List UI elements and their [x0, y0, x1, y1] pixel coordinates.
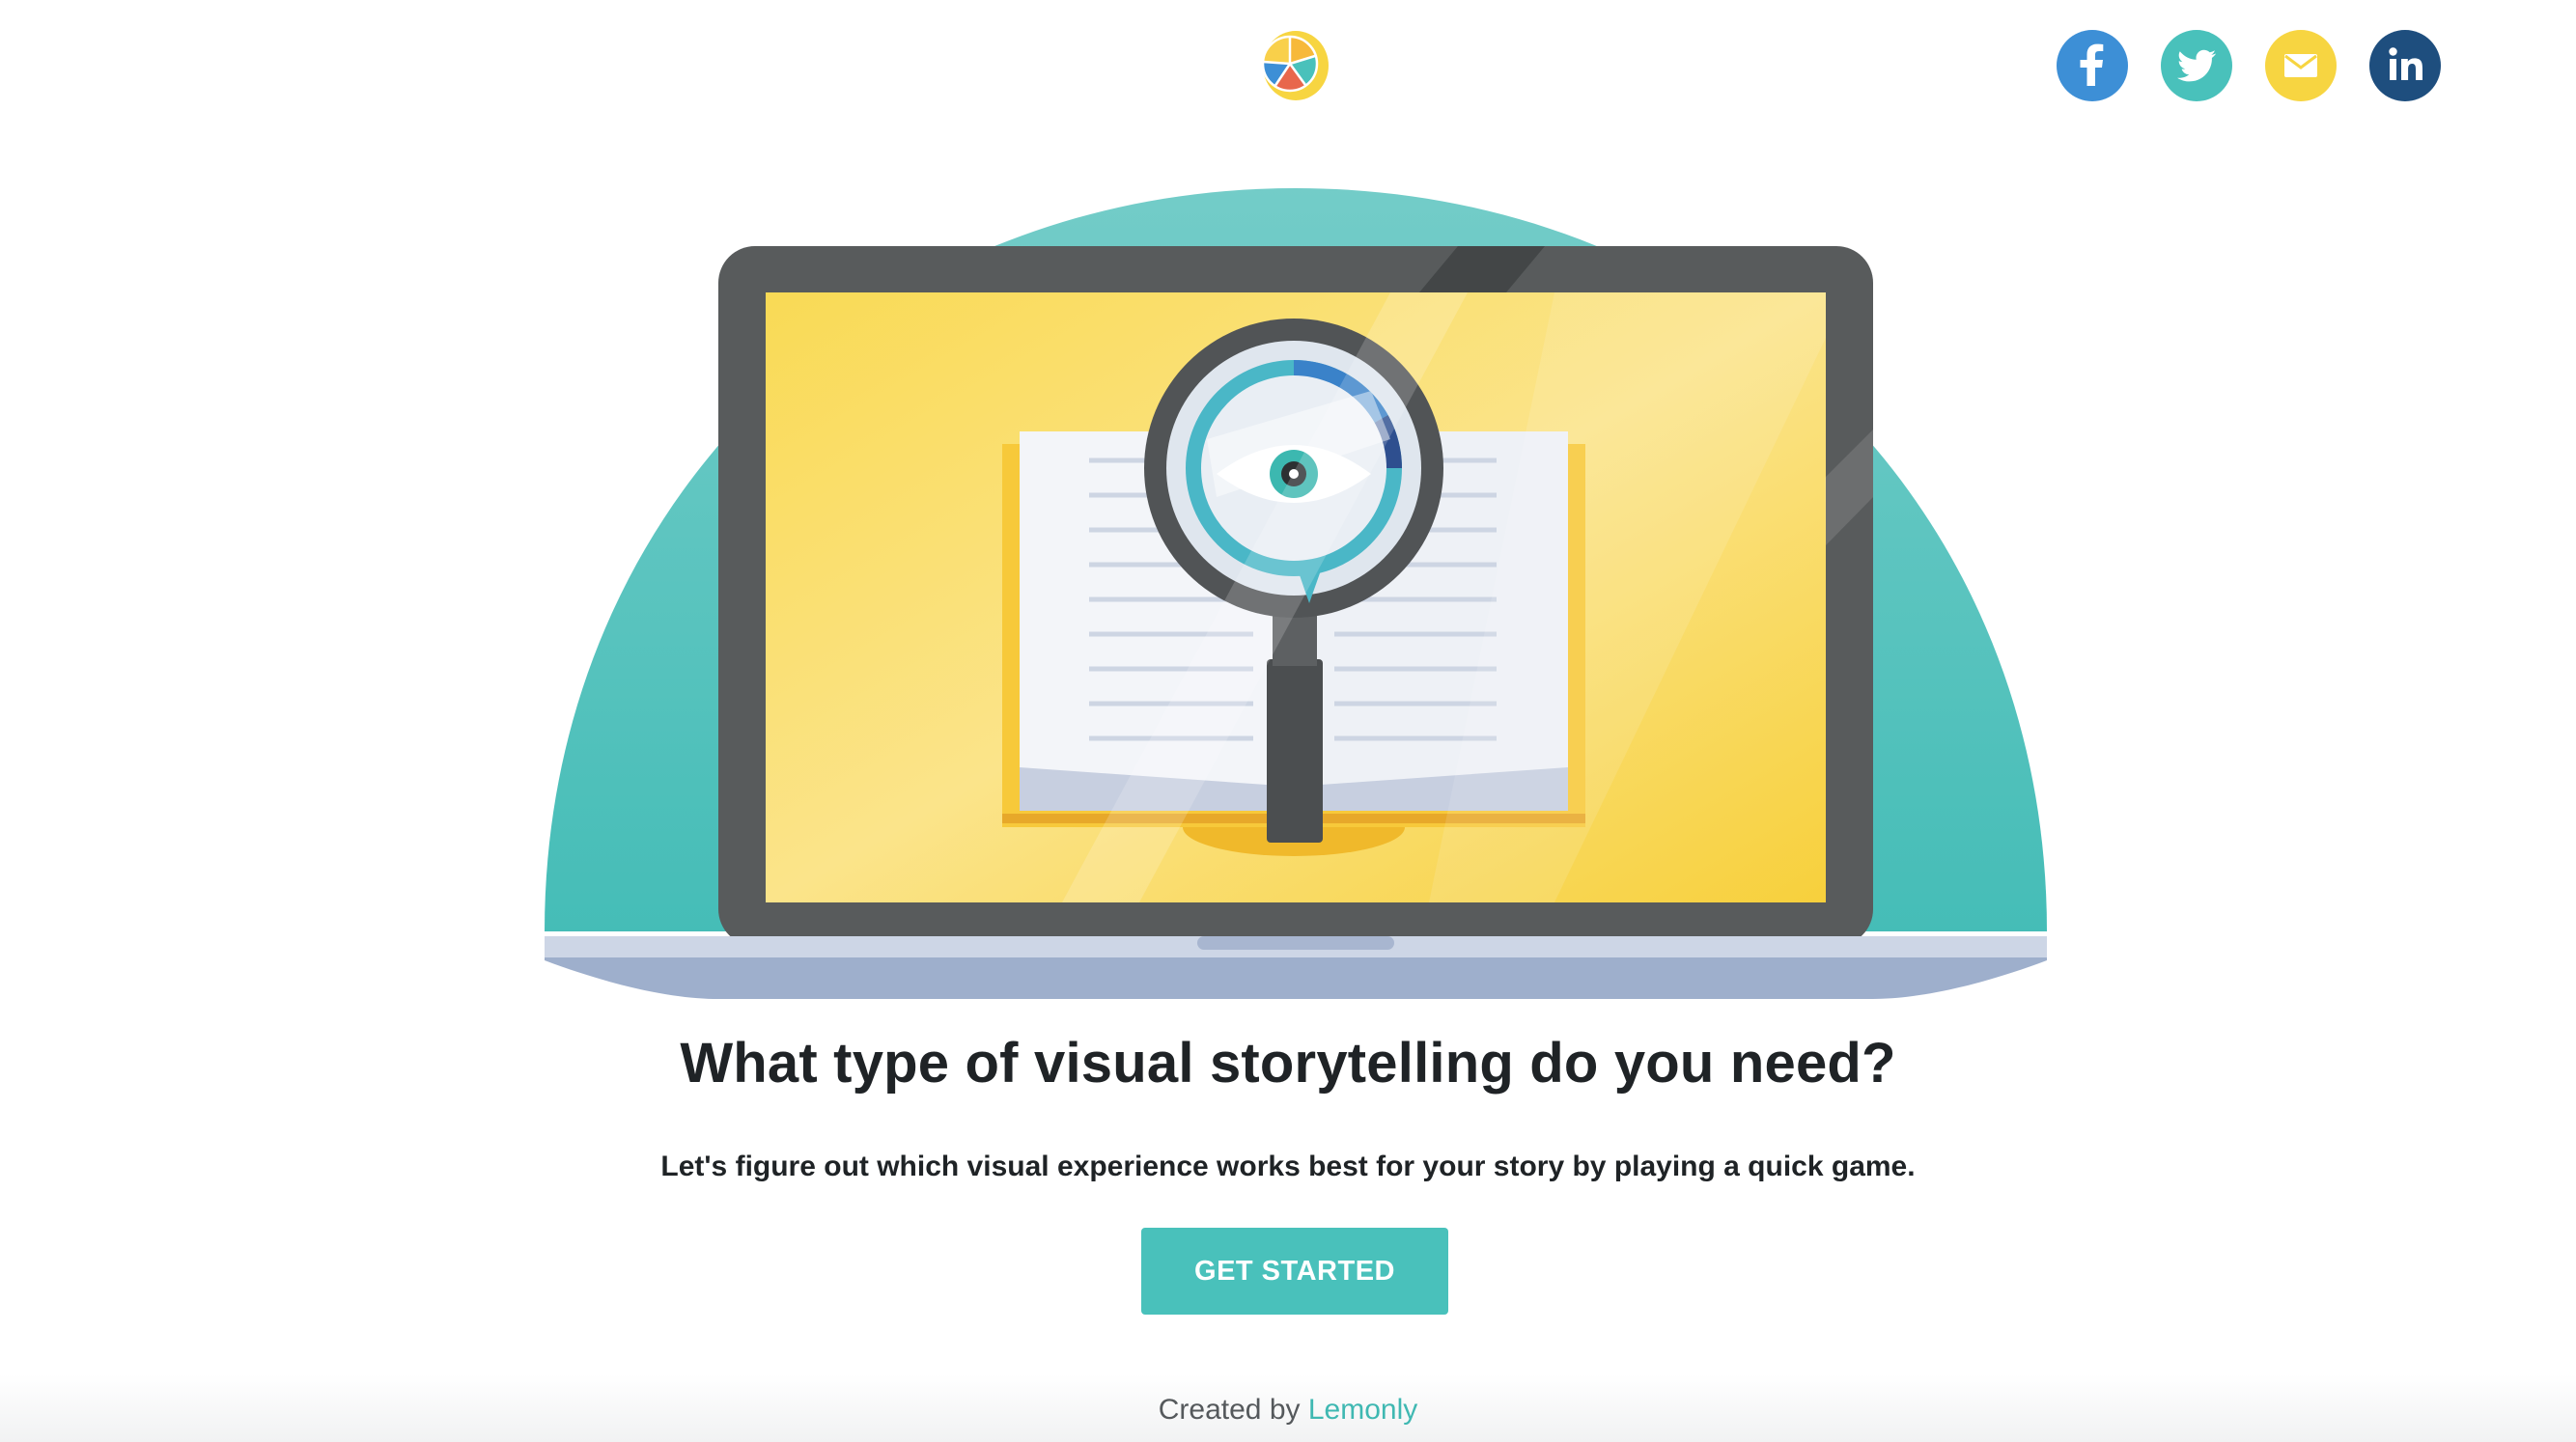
linkedin-icon	[2389, 47, 2422, 80]
lemon-slice-icon	[1261, 31, 1329, 100]
facebook-share-button[interactable]	[2057, 30, 2128, 101]
facebook-icon	[2080, 43, 2104, 86]
footer-created-by-label: Created by	[1158, 1394, 1308, 1426]
lemonly-logo[interactable]	[1255, 27, 1332, 104]
page-subtitle: Let's figure out which visual experience…	[660, 1151, 1916, 1182]
get-started-button[interactable]: GET STARTED	[1141, 1228, 1448, 1315]
landing-page: What type of visual storytelling do you …	[0, 0, 2576, 1442]
email-share-button[interactable]	[2265, 30, 2337, 101]
linkedin-share-button[interactable]	[2369, 30, 2441, 101]
laptop-book-magnifier-eye-illustration	[545, 188, 2047, 999]
lemonly-link[interactable]: Lemonly	[1308, 1394, 1417, 1426]
footer-credit: Created by Lemonly	[0, 1394, 2576, 1427]
twitter-share-button[interactable]	[2161, 30, 2232, 101]
hero-illustration	[541, 188, 2051, 999]
page-title: What type of visual storytelling do you …	[680, 1032, 1896, 1095]
social-share-bar	[2057, 30, 2441, 101]
email-icon	[2284, 54, 2317, 77]
twitter-icon	[2177, 49, 2216, 82]
